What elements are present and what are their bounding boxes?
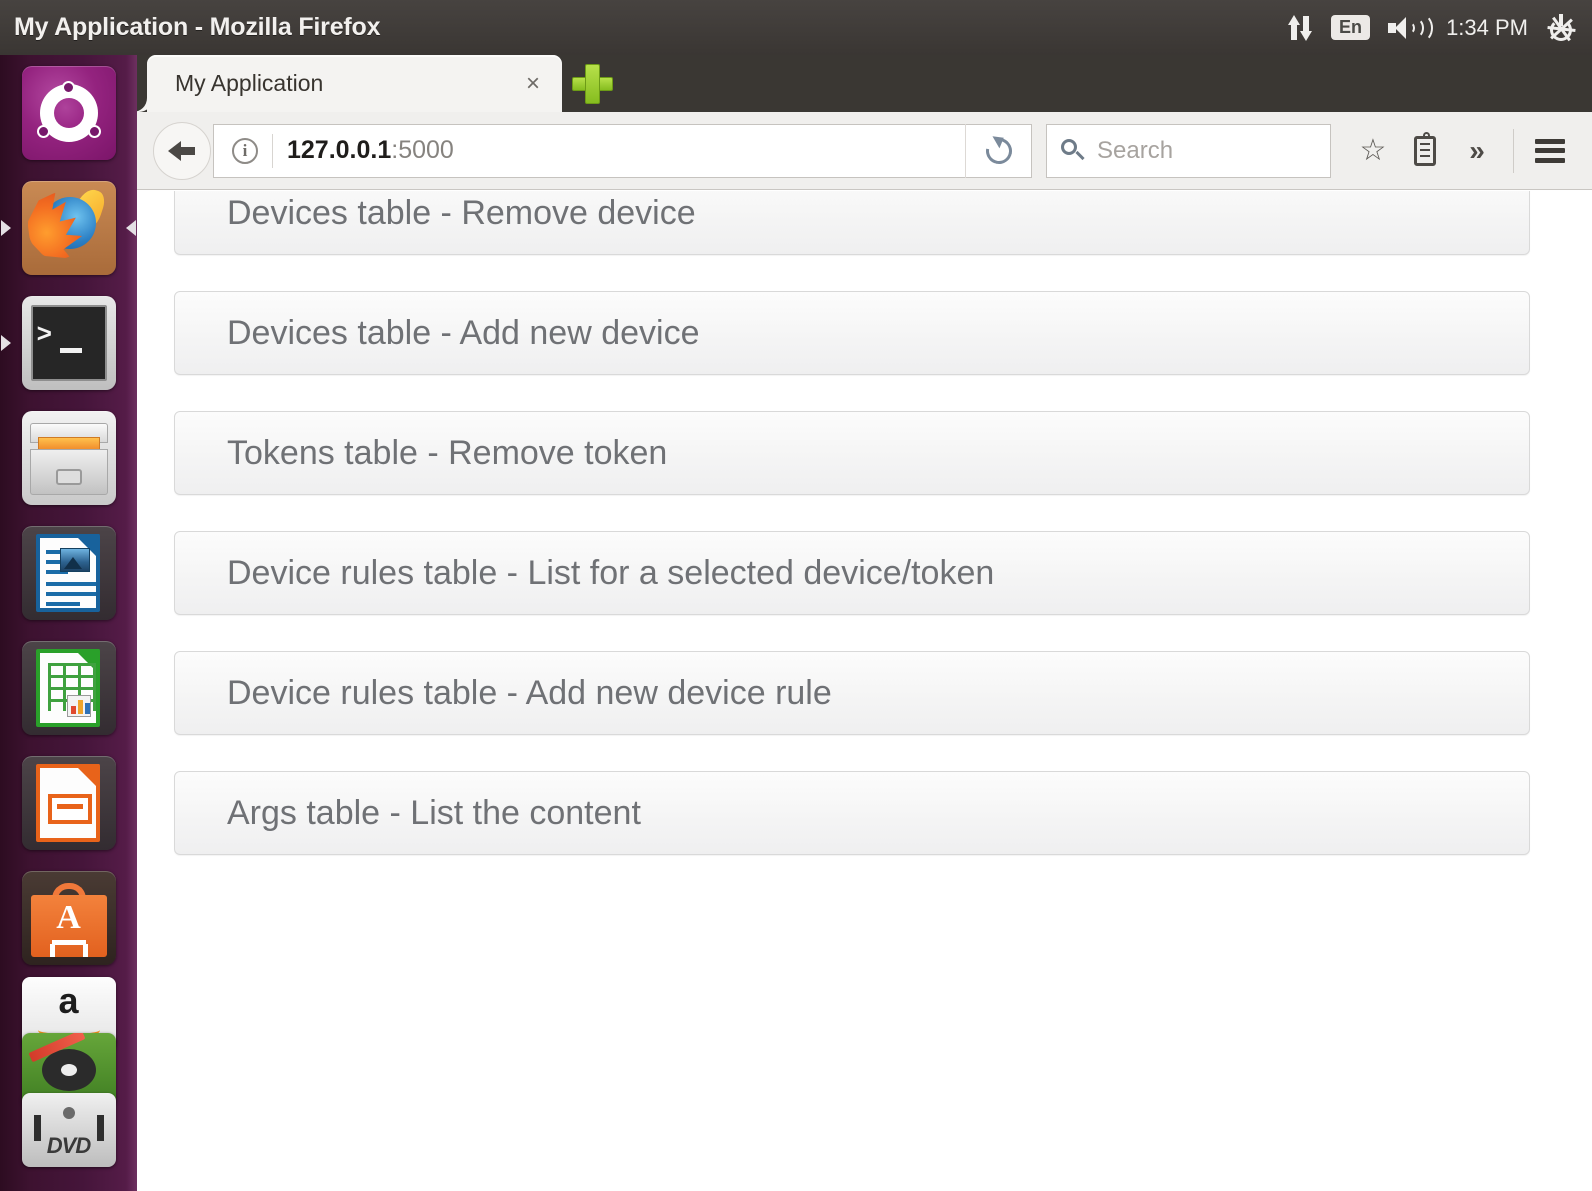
button-device-rules-list[interactable]: Device rules table - List for a selected… <box>174 531 1530 615</box>
identity-info-icon[interactable]: i <box>232 137 258 164</box>
reload-button[interactable] <box>965 123 1031 178</box>
bookmark-star-button[interactable]: ☆ <box>1347 124 1399 178</box>
tab-label: My Application <box>175 70 324 96</box>
launcher-item-ubuntu-dash[interactable] <box>0 55 137 170</box>
launcher-item-libreoffice-calc[interactable] <box>0 630 137 745</box>
unity-launcher: > A a DVD <box>0 55 137 1191</box>
chevron-double-right-icon: » <box>1469 134 1485 166</box>
launcher-item-files[interactable] <box>0 400 137 515</box>
power-gear-icon[interactable] <box>1546 13 1576 43</box>
tab-my-application[interactable]: My Application × <box>147 55 562 112</box>
firefox-icon <box>21 180 116 275</box>
terminal-icon: > <box>21 295 116 390</box>
new-tab-button[interactable] <box>568 58 620 110</box>
close-icon[interactable]: × <box>526 71 540 96</box>
button-devices-remove-device[interactable]: Devices table - Remove device <box>174 191 1530 255</box>
launcher-item-firefox[interactable] <box>0 170 137 285</box>
back-arrow-icon <box>168 139 196 163</box>
launcher-item-libreoffice-impress[interactable] <box>0 745 137 860</box>
launcher-item-ubuntu-software[interactable]: A <box>0 860 137 975</box>
url-text: 127.0.0.1:5000 <box>287 136 965 165</box>
button-device-rules-add[interactable]: Device rules table - Add new device rule <box>174 651 1530 735</box>
clock[interactable]: 1:34 PM <box>1446 15 1528 41</box>
launcher-item-terminal[interactable]: > <box>0 285 137 400</box>
overflow-button[interactable]: » <box>1451 124 1503 178</box>
libreoffice-writer-icon <box>21 525 116 620</box>
star-icon: ☆ <box>1359 133 1387 167</box>
search-icon <box>1061 138 1085 163</box>
launcher-item-libreoffice-writer[interactable] <box>0 515 137 630</box>
libreoffice-impress-icon <box>21 755 116 850</box>
toolbar-separator <box>1513 128 1514 173</box>
action-button-list: Devices table - Remove device Devices ta… <box>174 191 1530 891</box>
ubuntu-dash-icon <box>21 65 116 160</box>
running-indicator-left <box>1 334 11 351</box>
tab-strip: My Application × <box>137 55 1592 112</box>
dvd-icon: DVD <box>21 1093 116 1167</box>
button-devices-add-new-device[interactable]: Devices table - Add new device <box>174 291 1530 375</box>
firefox-window: My Application × i 127.0.0.1:5000 Search… <box>137 55 1592 1191</box>
page-content: Devices table - Remove device Devices ta… <box>137 191 1592 1191</box>
launcher-item-dvd[interactable]: DVD <box>21 1093 116 1167</box>
button-args-list-content[interactable]: Args table - List the content <box>174 771 1530 855</box>
url-host: 127.0.0.1 <box>287 136 392 164</box>
network-updown-icon[interactable] <box>1287 13 1313 43</box>
files-icon <box>21 410 116 505</box>
unity-top-panel: My Application - Mozilla Firefox En 1:34… <box>0 0 1592 55</box>
library-button[interactable] <box>1399 124 1451 178</box>
focused-indicator-right <box>126 219 136 236</box>
keyboard-layout-label: En <box>1331 14 1371 41</box>
keyboard-layout-indicator[interactable]: En <box>1331 14 1371 41</box>
navigation-toolbar: i 127.0.0.1:5000 ☆ » <box>137 112 1592 190</box>
running-indicator-left <box>1 219 11 236</box>
libreoffice-calc-icon <box>21 640 116 735</box>
reload-icon <box>980 132 1017 169</box>
ubuntu-software-icon: A <box>21 870 116 965</box>
clock-label: 1:34 PM <box>1446 14 1528 40</box>
url-bar[interactable]: i 127.0.0.1:5000 <box>213 123 1032 178</box>
menu-button[interactable] <box>1524 124 1576 178</box>
launcher-stack: a DVD <box>0 975 137 1191</box>
url-port: :5000 <box>391 136 454 164</box>
search-bar[interactable] <box>1046 123 1331 178</box>
search-input[interactable] <box>1097 136 1297 165</box>
window-title: My Application - Mozilla Firefox <box>14 13 381 41</box>
back-button[interactable] <box>153 121 211 180</box>
button-tokens-remove-token[interactable]: Tokens table - Remove token <box>174 411 1530 495</box>
library-icon <box>1414 131 1436 166</box>
url-separator <box>272 133 273 168</box>
volume-icon[interactable] <box>1388 13 1434 42</box>
hamburger-menu-icon <box>1535 138 1565 163</box>
system-tray: En 1:34 PM <box>1287 13 1592 43</box>
